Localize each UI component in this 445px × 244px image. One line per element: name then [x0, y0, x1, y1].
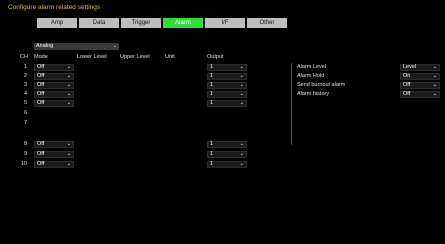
mode-value: Off: [37, 100, 45, 106]
mode-select[interactable]: Off ⌄: [34, 82, 74, 89]
alarm-hold-select[interactable]: On ⌄: [400, 73, 440, 80]
output-value: 1: [210, 151, 214, 157]
row-ch: 7: [23, 120, 27, 126]
header-unit: Unit: [165, 54, 175, 60]
chevron-down-icon: ⌄: [66, 64, 71, 70]
mode-value: Off: [37, 73, 45, 79]
output-select[interactable]: 1 ⌄: [207, 82, 247, 89]
alarm-history-value: Off: [403, 91, 411, 97]
type-select-value: Analog: [36, 43, 54, 49]
chevron-down-icon: ⌄: [239, 141, 244, 147]
tab-alarm[interactable]: Alarm: [163, 18, 203, 28]
output-value: 1: [210, 91, 214, 97]
tab-if[interactable]: I/F: [205, 18, 245, 28]
type-select[interactable]: Analog ⌄: [34, 43, 119, 50]
chevron-down-icon: ⌄: [66, 73, 71, 79]
header-ch: CH: [20, 54, 28, 60]
chevron-down-icon: ⌄: [66, 161, 71, 167]
output-select[interactable]: 1 ⌄: [207, 161, 247, 168]
header-output: Output: [207, 54, 224, 60]
chevron-down-icon: ⌄: [432, 82, 437, 88]
alarm-level-value: Level: [403, 64, 417, 70]
row-ch: 10: [20, 161, 27, 167]
chevron-down-icon: ⌄: [239, 151, 244, 157]
mode-value: Off: [37, 141, 45, 147]
tab-trigger[interactable]: Trigger: [121, 18, 161, 28]
output-select[interactable]: 1 ⌄: [207, 64, 247, 71]
alarm-hold-value: On: [403, 73, 411, 79]
tab-data[interactable]: Data: [79, 18, 119, 28]
mode-select[interactable]: Off ⌄: [34, 64, 74, 71]
row-ch: 3: [23, 82, 27, 88]
output-value: 1: [210, 73, 214, 79]
row-ch: 5: [23, 100, 27, 106]
chevron-down-icon: ⌄: [239, 161, 244, 167]
chevron-down-icon: ⌄: [66, 100, 71, 106]
chevron-down-icon: ⌄: [66, 91, 71, 97]
mode-value: Off: [37, 91, 45, 97]
mode-value: Off: [37, 151, 45, 157]
mode-select[interactable]: Off ⌄: [34, 100, 74, 107]
mode-value: Off: [37, 161, 45, 167]
chevron-down-icon: ⌄: [239, 64, 244, 70]
chevron-down-icon: ⌄: [66, 151, 71, 157]
output-value: 1: [210, 64, 214, 70]
alarm-level-select[interactable]: Level ⌄: [400, 64, 440, 71]
chevron-down-icon: ⌄: [239, 82, 244, 88]
mode-value: Off: [37, 64, 45, 70]
chevron-down-icon: ⌄: [432, 91, 437, 97]
mode-select[interactable]: Off ⌄: [34, 141, 74, 148]
output-value: 1: [210, 100, 214, 106]
mode-select[interactable]: Off ⌄: [34, 161, 74, 168]
alarm-level-label: Alarm Level: [297, 64, 327, 70]
burnout-alarm-select[interactable]: Off ⌄: [400, 82, 440, 89]
chevron-down-icon: ⌄: [239, 91, 244, 97]
row-ch: 9: [23, 151, 27, 157]
output-value: 1: [210, 161, 214, 167]
chevron-down-icon: ⌄: [66, 82, 71, 88]
row-ch: 1: [23, 64, 27, 70]
page-title: Configure alarm related settings: [8, 4, 101, 11]
burnout-alarm-label: Send burnout alarm: [297, 82, 346, 88]
mode-select[interactable]: Off ⌄: [34, 73, 74, 80]
panel-divider: [291, 63, 292, 145]
alarm-hold-label: Alarm Hold: [297, 73, 325, 79]
alarm-history-select[interactable]: Off ⌄: [400, 91, 440, 98]
output-select[interactable]: 1 ⌄: [207, 141, 247, 148]
chevron-down-icon: ⌄: [239, 73, 244, 79]
chevron-down-icon: ⌄: [66, 141, 71, 147]
chevron-down-icon: ⌄: [432, 73, 437, 79]
row-ch: 8: [23, 141, 27, 147]
row-ch: 6: [23, 110, 27, 116]
mode-value: Off: [37, 82, 45, 88]
chevron-down-icon: ⌄: [239, 100, 244, 106]
mode-select[interactable]: Off ⌄: [34, 91, 74, 98]
burnout-alarm-value: Off: [403, 82, 411, 88]
chevron-down-icon: ⌄: [112, 43, 117, 49]
output-select[interactable]: 1 ⌄: [207, 91, 247, 98]
chevron-down-icon: ⌄: [432, 64, 437, 70]
mode-select[interactable]: Off ⌄: [34, 151, 74, 158]
output-select[interactable]: 1 ⌄: [207, 100, 247, 107]
header-upper: Upper Level: [120, 54, 150, 60]
output-select[interactable]: 1 ⌄: [207, 73, 247, 80]
output-value: 1: [210, 82, 214, 88]
row-ch: 4: [23, 91, 27, 97]
tab-amp[interactable]: Amp: [37, 18, 77, 28]
header-mode: Mode: [34, 54, 48, 60]
alarm-history-label: Alarm history: [297, 91, 330, 97]
row-ch: 2: [23, 73, 27, 79]
header-lower: Lower Level: [77, 54, 107, 60]
output-select[interactable]: 1 ⌄: [207, 151, 247, 158]
output-value: 1: [210, 141, 214, 147]
tab-other[interactable]: Other: [247, 18, 287, 28]
